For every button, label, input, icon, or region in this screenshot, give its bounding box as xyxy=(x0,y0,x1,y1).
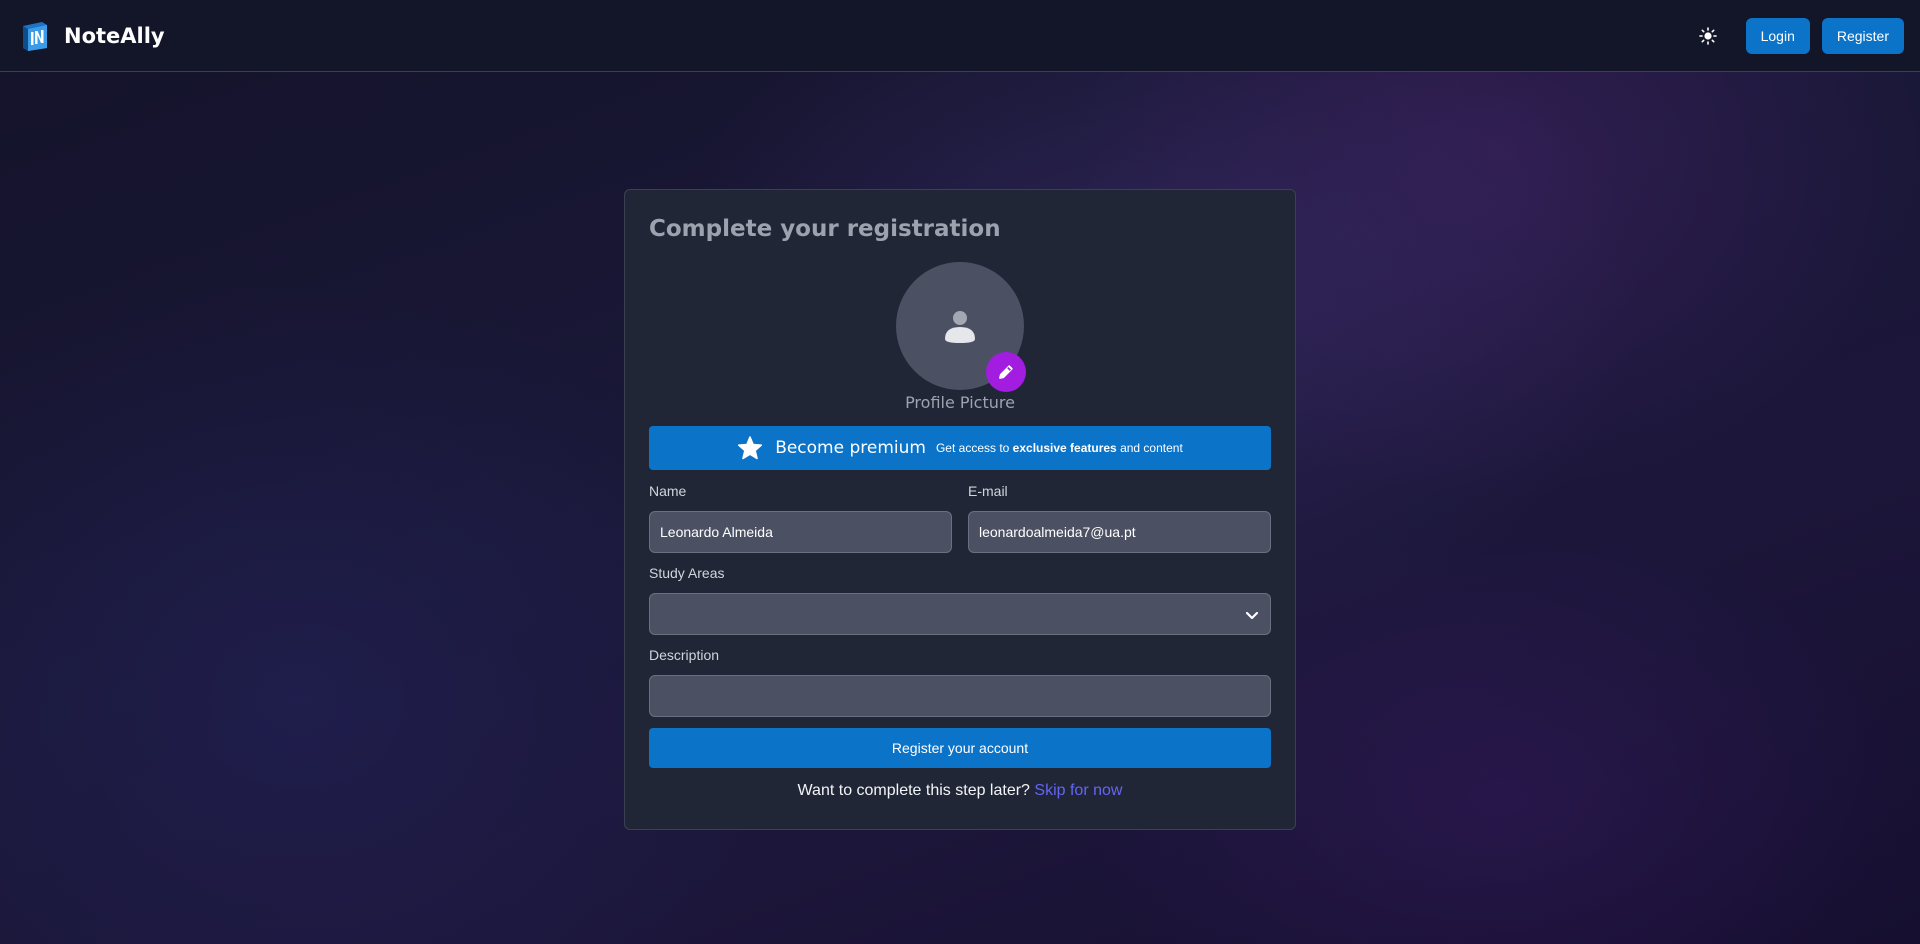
premium-sub-bold: exclusive features xyxy=(1012,441,1117,455)
user-icon xyxy=(945,311,975,343)
sun-icon xyxy=(1698,26,1717,45)
pencil-icon xyxy=(999,365,1013,379)
name-label: Name xyxy=(649,483,687,499)
star-icon xyxy=(738,436,763,460)
premium-sub-prefix: Get access to xyxy=(935,441,1013,455)
navbar: NoteAlly Login Register xyxy=(0,0,1920,72)
register-button[interactable]: Register xyxy=(1821,17,1904,54)
login-button[interactable]: Login xyxy=(1745,17,1810,54)
complete-later-text: Want to complete this step later? Skip f… xyxy=(625,782,1295,800)
nav-actions: Login Register xyxy=(1690,17,1904,54)
chevron-down-icon xyxy=(1245,611,1259,620)
register-account-button[interactable]: Register your account xyxy=(649,728,1271,768)
notebook-logo-icon xyxy=(23,21,47,51)
premium-title: Become premium xyxy=(775,438,926,458)
registration-card: Complete your registration Profile Pictu… xyxy=(624,189,1296,830)
study-areas-select[interactable] xyxy=(649,593,1271,635)
edit-avatar-button[interactable] xyxy=(986,352,1026,392)
skip-for-now-link[interactable]: Skip for now xyxy=(1034,782,1122,799)
avatar-container xyxy=(896,262,1026,392)
premium-subtitle: Get access to exclusive features and con… xyxy=(936,441,1183,455)
profile-picture-label: Profile Picture xyxy=(905,393,1015,412)
theme-toggle-button[interactable] xyxy=(1690,18,1726,54)
email-label: E-mail xyxy=(968,483,1008,499)
become-premium-banner[interactable]: Become premium Get access to exclusive f… xyxy=(649,426,1271,470)
email-field[interactable] xyxy=(968,511,1271,553)
page-title: Complete your registration xyxy=(649,216,1001,242)
description-label: Description xyxy=(649,647,720,663)
description-field[interactable] xyxy=(649,675,1271,717)
brand[interactable]: NoteAlly xyxy=(20,20,165,52)
name-field[interactable] xyxy=(649,511,952,553)
brand-name: NoteAlly xyxy=(64,23,165,48)
complete-later-prompt: Want to complete this step later? xyxy=(797,782,1030,799)
premium-sub-suffix: and content xyxy=(1116,441,1183,455)
study-areas-label: Study Areas xyxy=(649,565,725,581)
